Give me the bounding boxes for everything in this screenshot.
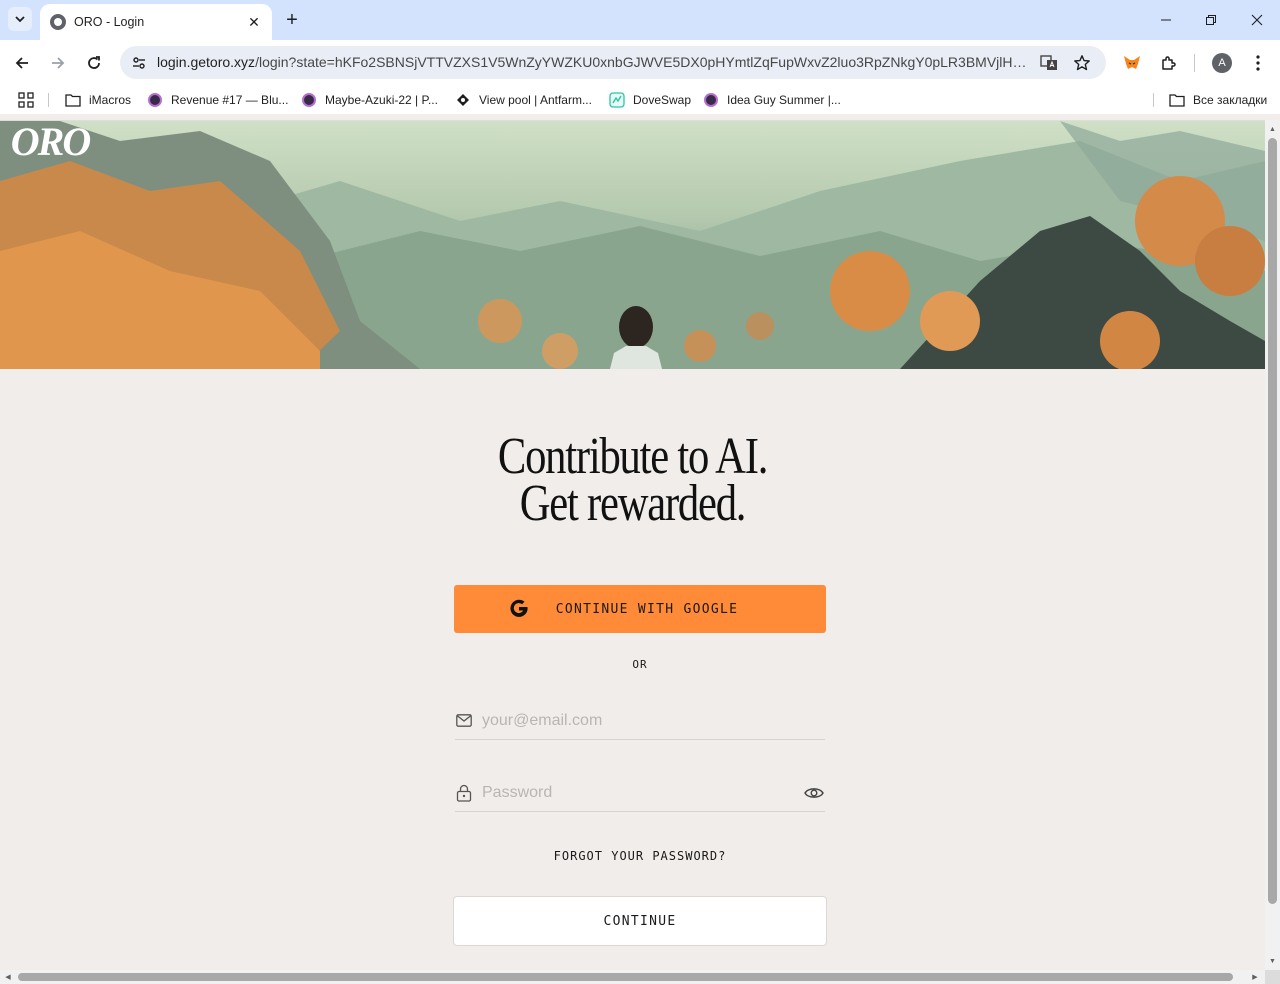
bookmark-label: iMacros — [89, 93, 132, 107]
mail-icon — [455, 712, 473, 730]
toolbar-separator — [1194, 54, 1195, 72]
bookmark-antfarm[interactable]: View pool | Antfarm... — [455, 91, 592, 109]
bookmark-idea-guy[interactable]: Idea Guy Summer |... — [703, 91, 841, 109]
scroll-up-arrow-icon[interactable]: ▲ — [1268, 124, 1277, 134]
arrow-right-icon — [52, 57, 65, 69]
headline-line-2: Get rewarded. — [519, 475, 747, 532]
url-path: /login?state=hKFo2SBNSjVTTVZXS1V5WnZyYWZ… — [255, 54, 1027, 70]
email-input[interactable] — [482, 705, 825, 736]
tab-title: ORO - Login — [74, 15, 145, 29]
horizontal-scrollbar[interactable]: ◀ ▶ — [0, 970, 1265, 984]
browser-tab-active[interactable]: ORO - Login ✕ — [40, 4, 272, 40]
bookmark-label: Revenue #17 — Blu... — [171, 93, 289, 107]
forward-button[interactable] — [46, 51, 70, 75]
eye-icon — [804, 787, 824, 798]
browser-toolbar: login.getoro.xyz/login?state=hKFo2SBNSjV… — [0, 40, 1280, 86]
email-field — [455, 702, 825, 740]
bookmark-label: Maybe-Azuki-22 | P... — [325, 93, 438, 107]
globe-icon — [50, 14, 66, 30]
forgot-password-link[interactable]: FORGOT YOUR PASSWORD? — [454, 849, 826, 863]
url-text[interactable]: login.getoro.xyz/login?state=hKFo2SBNSjV… — [157, 54, 1027, 70]
apps-grid-icon — [18, 92, 34, 108]
restore-icon — [1206, 15, 1216, 25]
tab-strip: ORO - Login ✕ + — [0, 0, 1280, 40]
scroll-left-arrow-icon[interactable]: ◀ — [3, 972, 13, 982]
minimize-icon — [1161, 19, 1171, 21]
scroll-down-arrow-icon[interactable]: ▼ — [1268, 956, 1277, 966]
tune-icon — [133, 57, 145, 69]
oro-logo: ORO — [11, 121, 93, 164]
translate-icon — [1040, 55, 1057, 70]
bookmark-doveswap[interactable]: DoveSwap — [609, 91, 691, 109]
vertical-scrollbar[interactable]: ▲ ▼ — [1265, 120, 1280, 970]
apps-button[interactable] — [18, 91, 34, 109]
avatar-icon — [147, 92, 163, 108]
lock-icon — [455, 784, 473, 802]
puzzle-icon — [1162, 56, 1176, 70]
tab-search-button[interactable] — [8, 7, 32, 31]
close-window-button[interactable] — [1245, 8, 1269, 32]
bookmark-maybe-azuki[interactable]: Maybe-Azuki-22 | P... — [301, 91, 438, 109]
password-field — [455, 774, 825, 812]
arrow-left-icon — [15, 57, 28, 69]
profile-avatar[interactable]: A — [1212, 53, 1232, 73]
bookmark-label: Idea Guy Summer |... — [727, 93, 841, 107]
reload-button[interactable] — [82, 51, 106, 75]
headline-line-1: Contribute to AI. — [497, 428, 768, 485]
bookmark-label: View pool | Antfarm... — [479, 93, 592, 107]
more-vertical-icon — [1256, 55, 1260, 71]
address-bar[interactable]: login.getoro.xyz/login?state=hKFo2SBNSjV… — [120, 46, 1106, 79]
bookmarks-bar: iMacros Revenue #17 — Blu... Maybe-Azuki… — [0, 86, 1280, 114]
close-tab-icon[interactable]: ✕ — [246, 14, 262, 30]
page-headline: Contribute to AI. Get rewarded. — [114, 428, 1151, 532]
close-icon — [1251, 14, 1263, 26]
all-bookmarks-button[interactable]: Все закладки — [1169, 91, 1267, 109]
folder-icon — [1169, 92, 1185, 108]
translate-button[interactable] — [1038, 52, 1060, 74]
show-password-toggle[interactable] — [803, 782, 825, 804]
metamask-extension-button[interactable] — [1120, 51, 1144, 75]
or-divider: OR — [632, 658, 648, 671]
scroll-right-arrow-icon[interactable]: ▶ — [1250, 972, 1260, 982]
folder-icon — [65, 92, 81, 108]
url-host: login.getoro.xyz — [157, 54, 256, 70]
horizontal-scroll-thumb[interactable] — [18, 973, 1233, 981]
avatar-icon — [703, 92, 719, 108]
hero-banner: ORO — [0, 121, 1265, 369]
all-bookmarks-label: Все закладки — [1193, 93, 1268, 107]
continue-button[interactable]: CONTINUE — [453, 896, 827, 946]
doveswap-icon — [609, 92, 625, 108]
vertical-scroll-thumb[interactable] — [1268, 138, 1277, 904]
star-icon — [1074, 55, 1090, 71]
bookmark-star-button[interactable] — [1071, 52, 1093, 74]
page-viewport: ORO Contribute to AI. Get rewarded. CONT… — [0, 120, 1265, 970]
back-button[interactable] — [10, 51, 34, 75]
svg-text:ORO: ORO — [11, 121, 91, 164]
bookmarks-separator — [1153, 93, 1154, 107]
avatar-icon — [301, 92, 317, 108]
bookmarks-separator — [48, 93, 49, 107]
browser-menu-button[interactable] — [1246, 51, 1270, 75]
google-button-label: CONTINUE WITH GOOGLE — [555, 601, 739, 617]
bookmark-imacros[interactable]: iMacros — [65, 91, 131, 109]
bookmark-label: DoveSwap — [633, 93, 692, 107]
reload-icon — [88, 56, 100, 69]
password-input[interactable] — [482, 777, 803, 808]
chevron-down-icon — [15, 16, 25, 23]
extensions-button[interactable] — [1157, 51, 1181, 75]
restore-button[interactable] — [1199, 8, 1223, 32]
continue-with-google-button[interactable]: CONTINUE WITH GOOGLE — [454, 585, 826, 633]
new-tab-button[interactable]: + — [281, 9, 303, 31]
landscape-illustration — [0, 121, 1265, 369]
bookmark-revenue[interactable]: Revenue #17 — Blu... — [147, 91, 288, 109]
site-info-button[interactable] — [128, 52, 150, 74]
minimize-button[interactable] — [1154, 8, 1178, 32]
fox-icon — [1124, 56, 1140, 69]
scrollbar-corner — [1265, 970, 1280, 984]
antfarm-icon — [455, 92, 471, 108]
google-icon — [510, 599, 528, 617]
